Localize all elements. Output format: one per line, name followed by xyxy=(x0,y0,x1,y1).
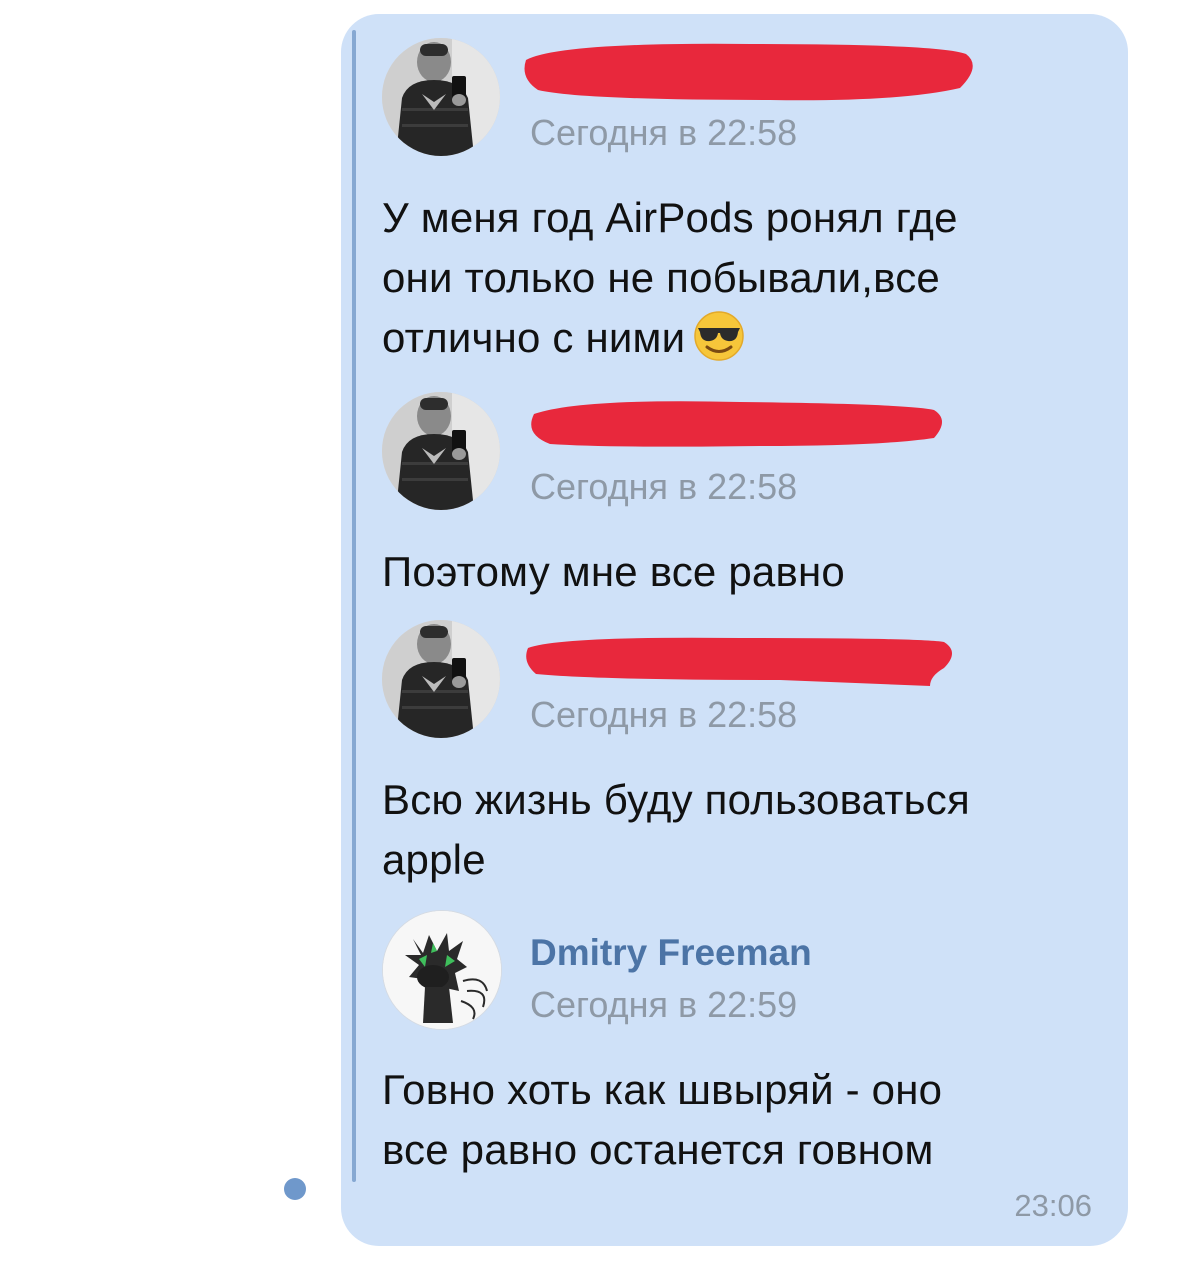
redacted-author-name xyxy=(526,637,952,686)
message-text: У меня год AirPods ронял где они только … xyxy=(382,188,1082,378)
avatar[interactable] xyxy=(382,38,500,156)
message-text-line: Всю жизнь буду пользоваться xyxy=(382,776,970,823)
user-photo-icon xyxy=(382,392,500,510)
message-timestamp: Сегодня в 22:59 xyxy=(530,984,798,1025)
user-photo-icon xyxy=(382,620,500,738)
forward-quote-bar xyxy=(352,30,356,1182)
message-timestamp: Сегодня в 22:58 xyxy=(530,466,798,507)
message-text-line: Поэтому мне все равно xyxy=(382,548,845,595)
sunglasses-emoji-icon xyxy=(693,310,745,378)
cartoon-character-avatar-icon xyxy=(383,911,501,1029)
message-timestamp: Сегодня в 22:58 xyxy=(530,112,798,153)
message-text-line: apple xyxy=(382,836,486,883)
redacted-author-name xyxy=(524,43,973,101)
message-text: Поэтому мне все равно xyxy=(382,542,1082,602)
bubble-sent-time: 23:06 xyxy=(1014,1188,1092,1223)
unread-indicator xyxy=(284,1178,306,1200)
avatar[interactable] xyxy=(382,392,500,510)
message-text-line: Говно хоть как швыряй - оно xyxy=(382,1066,943,1113)
message-text-line: отлично с ними xyxy=(382,308,1082,378)
user-photo-icon xyxy=(382,38,500,156)
message-text-line: все равно останется говном xyxy=(382,1126,934,1173)
message-timestamp: Сегодня в 22:58 xyxy=(530,694,798,735)
message-text-line: они только не побывали,все xyxy=(382,254,940,301)
chat-screen: Сегодня в 22:58 У меня год AirPods ронял… xyxy=(0,0,1178,1280)
message-text: Говно хоть как швыряй - оно все равно ос… xyxy=(382,1060,1082,1180)
message-text-line: У меня год AirPods ронял где xyxy=(382,194,958,241)
message-text-fragment: отлично с ними xyxy=(382,314,686,361)
avatar[interactable] xyxy=(382,620,500,738)
avatar[interactable] xyxy=(382,910,502,1030)
message-text: Всю жизнь буду пользоваться apple xyxy=(382,770,1082,890)
redacted-author-name xyxy=(531,401,942,447)
message-author-name[interactable]: Dmitry Freeman xyxy=(530,932,812,974)
